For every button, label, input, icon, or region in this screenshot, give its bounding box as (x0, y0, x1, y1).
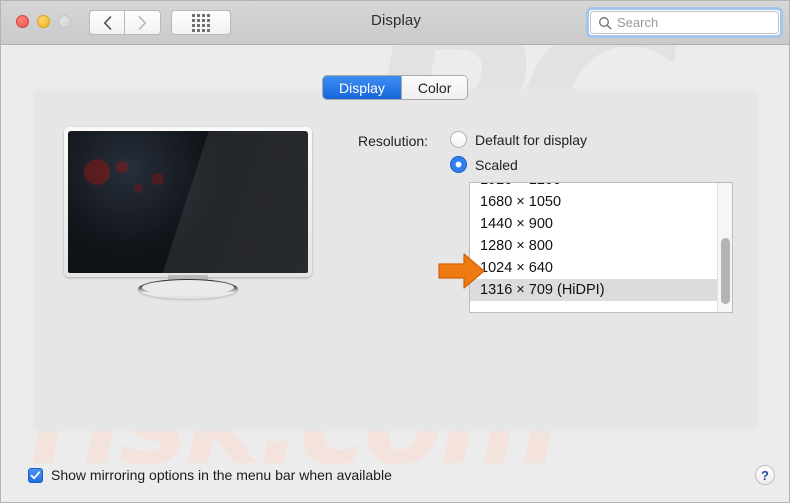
resolution-option-scaled[interactable]: Scaled (450, 156, 518, 173)
radio-scaled-label: Scaled (475, 156, 518, 173)
monitor-glare (68, 131, 308, 273)
tab-bar: Display Color (323, 76, 468, 99)
radio-default-label: Default for display (475, 131, 588, 148)
radio-scaled[interactable] (450, 156, 467, 173)
list-item[interactable]: 1440 × 900 (470, 213, 718, 235)
search-field-inner (590, 11, 779, 34)
help-button[interactable]: ? (755, 465, 775, 485)
orange-right-arrow-icon (438, 253, 485, 289)
search-input[interactable] (617, 15, 757, 30)
monitor-screen (68, 131, 308, 273)
resolution-label: Resolution: (358, 133, 429, 149)
mirroring-checkbox[interactable] (28, 467, 43, 483)
resolution-option-default[interactable]: Default for display (450, 131, 587, 148)
resolution-list-scrollbar[interactable] (717, 183, 732, 312)
list-item[interactable]: 1280 × 800 (470, 235, 718, 257)
resolution-list[interactable]: 1920 × 1200 1680 × 1050 1440 × 900 1280 … (469, 182, 733, 313)
window-titlebar: Display (1, 1, 789, 45)
display-preferences-window: PC risk.com (0, 0, 790, 503)
list-item[interactable]: 1920 × 1200 (470, 183, 718, 191)
mirroring-label: Show mirroring options in the menu bar w… (51, 467, 392, 483)
search-field[interactable] (586, 7, 783, 38)
checkmark-icon (30, 470, 41, 479)
radio-default-for-display[interactable] (450, 131, 467, 148)
search-icon (599, 16, 612, 30)
display-illustration (64, 127, 312, 299)
resolution-list-scroller: 1920 × 1200 1680 × 1050 1440 × 900 1280 … (470, 183, 718, 301)
tab-display[interactable]: Display (323, 76, 401, 99)
list-item[interactable]: 1680 × 1050 (470, 191, 718, 213)
list-item-selected[interactable]: 1316 × 709 (HiDPI) (470, 279, 718, 301)
list-item[interactable]: 1024 × 640 (470, 257, 718, 279)
scrollbar-thumb[interactable] (721, 238, 730, 304)
monitor-bezel (64, 127, 312, 277)
mirroring-option-row[interactable]: Show mirroring options in the menu bar w… (28, 467, 392, 483)
tab-color[interactable]: Color (400, 76, 468, 99)
monitor-stand-inner (142, 280, 234, 295)
